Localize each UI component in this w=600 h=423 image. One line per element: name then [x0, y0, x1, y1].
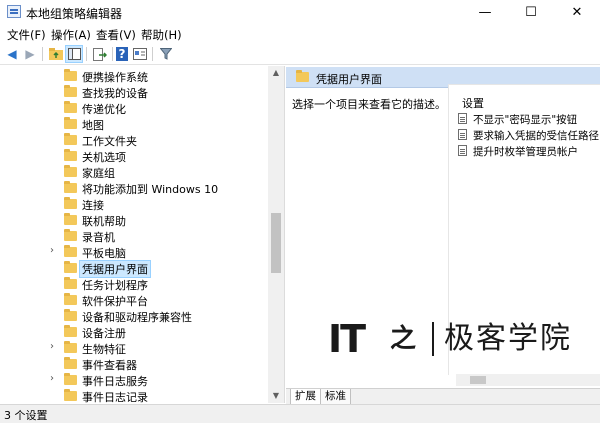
watermark-text: 极客学院	[444, 321, 572, 356]
tree-item[interactable]: 家庭组	[0, 164, 268, 180]
folder-icon	[64, 149, 77, 161]
folder-icon	[64, 277, 77, 289]
tree-item[interactable]: 事件查看器	[0, 356, 268, 372]
tree-item[interactable]: › 平板电脑	[0, 244, 268, 260]
close-button[interactable]: ✕	[554, 0, 600, 24]
policy-tree: 便携操作系统 查找我的设备 传递优化 地图 工作文件夹 关机选项 家庭组 将功能…	[0, 66, 285, 403]
funnel-icon[interactable]	[158, 46, 174, 62]
expand-chevron-icon[interactable]: ›	[50, 373, 54, 384]
folder-icon	[64, 69, 77, 81]
window-title: 本地组策略编辑器	[26, 7, 123, 21]
tree-item-selected[interactable]: 凭据用户界面	[0, 260, 268, 278]
folder-icon	[64, 85, 77, 97]
folder-icon	[64, 373, 77, 385]
minimize-button[interactable]: —	[462, 0, 508, 24]
folder-icon	[64, 197, 77, 209]
tree-item[interactable]: 录音机	[0, 228, 268, 244]
title-bar: 本地组策略编辑器 — ☐ ✕	[0, 0, 600, 24]
folder-icon	[64, 101, 77, 113]
tree-item[interactable]: › 生物特征	[0, 340, 268, 356]
settings-column-header[interactable]: 设置	[462, 95, 484, 111]
folder-icon	[64, 117, 77, 129]
tree-vertical-scrollbar[interactable]: ▲ ▼	[268, 66, 284, 403]
folder-icon	[64, 165, 77, 177]
folder-icon	[64, 389, 77, 401]
tree-item[interactable]: 事件日志记录	[0, 388, 268, 403]
watermark-logo: IT 之 极客学院	[328, 318, 590, 360]
tree-item[interactable]: 便携操作系统	[0, 68, 268, 84]
up-folder-icon[interactable]	[48, 46, 64, 62]
export-list-icon[interactable]	[92, 46, 108, 62]
tab-standard[interactable]: 标准	[320, 389, 351, 405]
tree-item[interactable]: 任务计划程序	[0, 276, 268, 292]
menu-view[interactable]: 查看(V)	[96, 27, 136, 43]
menu-help[interactable]: 帮助(H)	[141, 27, 182, 43]
toolbar-divider	[112, 47, 113, 61]
folder-icon	[64, 229, 77, 241]
folder-icon	[64, 341, 77, 353]
toolbar-divider	[42, 47, 43, 61]
policy-setting-icon	[458, 129, 467, 140]
toolbar-divider	[86, 47, 87, 61]
properties-icon[interactable]	[132, 46, 148, 62]
scroll-thumb[interactable]	[271, 213, 281, 273]
tree-item[interactable]: 地图	[0, 116, 268, 132]
folder-icon	[64, 325, 77, 337]
tree-item[interactable]: 设备和驱动程序兼容性	[0, 308, 268, 324]
folder-icon	[64, 213, 77, 225]
back-arrow-icon[interactable]: ◀	[4, 46, 20, 62]
expand-chevron-icon[interactable]: ›	[50, 245, 54, 256]
tree-item[interactable]: 工作文件夹	[0, 132, 268, 148]
forward-arrow-icon[interactable]: ▶	[22, 46, 38, 62]
policy-setting-icon	[458, 113, 467, 124]
view-tabs: 扩展 标准	[286, 388, 600, 405]
tree-item[interactable]: 查找我的设备	[0, 84, 268, 100]
menu-file[interactable]: 文件(F)	[7, 27, 46, 43]
watermark-it-text: IT	[328, 317, 366, 361]
folder-icon	[64, 133, 77, 145]
tree-item[interactable]: 连接	[0, 196, 268, 212]
status-bar: 3 个设置	[0, 404, 600, 423]
description-text: 选择一个项目来查看它的描述。	[292, 98, 446, 111]
tree-item[interactable]: 关机选项	[0, 148, 268, 164]
menu-action[interactable]: 操作(A)	[51, 27, 91, 43]
tree-item[interactable]: 设备注册	[0, 324, 268, 340]
settings-horizontal-scrollbar[interactable]	[456, 374, 600, 386]
scroll-thumb[interactable]	[470, 376, 486, 384]
watermark-zhi-text: 之	[390, 324, 417, 354]
folder-icon	[64, 245, 77, 257]
toolbar-divider	[152, 47, 153, 61]
tree-item[interactable]: 将功能添加到 Windows 10	[0, 180, 268, 196]
policy-setting-icon	[458, 145, 467, 156]
tree-item[interactable]: 联机帮助	[0, 212, 268, 228]
help-icon[interactable]: ?	[116, 47, 128, 61]
menu-bar: 文件(F) 操作(A) 查看(V) 帮助(H)	[0, 24, 600, 44]
maximize-button[interactable]: ☐	[508, 0, 554, 24]
folder-icon	[64, 293, 77, 305]
toolbar: ◀ ▶ ?	[0, 44, 600, 65]
expand-chevron-icon[interactable]: ›	[50, 341, 54, 352]
tab-extended[interactable]: 扩展	[290, 389, 321, 405]
folder-open-icon	[64, 261, 77, 273]
watermark-divider	[432, 322, 434, 356]
tree-item[interactable]: › 事件日志服务	[0, 372, 268, 388]
show-hide-tree-icon[interactable]	[65, 45, 83, 63]
tree-item[interactable]: 传递优化	[0, 100, 268, 116]
scroll-up-arrow-icon[interactable]: ▲	[268, 66, 284, 80]
tree-item[interactable]: 软件保护平台	[0, 292, 268, 308]
status-text: 3 个设置	[4, 409, 48, 422]
right-pane-title: 凭据用户界面	[316, 73, 382, 86]
folder-icon	[296, 70, 309, 82]
folder-icon	[64, 309, 77, 321]
group-policy-app-icon	[7, 5, 21, 18]
folder-icon	[64, 357, 77, 369]
scroll-down-arrow-icon[interactable]: ▼	[268, 389, 284, 403]
folder-icon	[64, 181, 77, 193]
